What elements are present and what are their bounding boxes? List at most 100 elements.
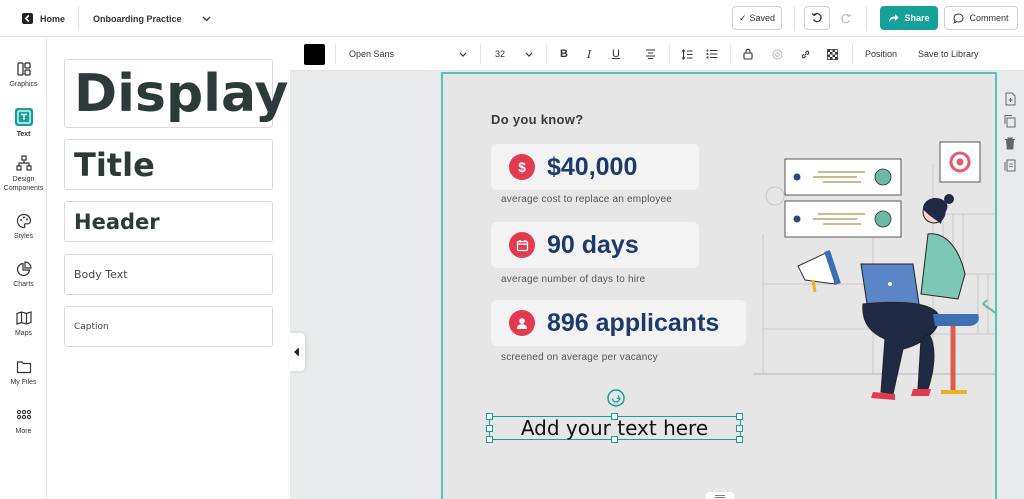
stat-card[interactable]: $ $40,000 (491, 144, 699, 190)
saved-label: Saved (749, 13, 776, 23)
transparency-icon (827, 48, 838, 60)
stat-value: 90 days (547, 230, 639, 259)
align-button[interactable] (645, 37, 656, 71)
link-icon (801, 50, 810, 58)
nav-item-text[interactable]: Text (0, 107, 47, 138)
resize-handle[interactable] (486, 413, 493, 420)
nav-item-more[interactable]: More (0, 408, 47, 435)
divider (794, 6, 795, 30)
stat-value: $40,000 (547, 152, 638, 181)
link-button[interactable] (800, 37, 811, 71)
italic-icon: I (587, 47, 592, 61)
font-family-value: Open Sans (349, 49, 395, 59)
resize-handle[interactable] (736, 425, 743, 432)
check-icon: ✓ (738, 12, 747, 23)
resize-handle[interactable] (486, 425, 493, 432)
home-button[interactable]: Home (22, 0, 65, 37)
nav-item-maps[interactable]: Maps (0, 310, 47, 337)
line-spacing-icon (681, 48, 693, 60)
text-panel: Display Title Header Body Text Caption (48, 37, 290, 499)
font-family-select[interactable]: Open Sans (349, 37, 467, 71)
position-button[interactable]: Position (865, 37, 897, 71)
lock-button[interactable] (743, 37, 753, 71)
stat-caption[interactable]: average number of days to hire (501, 274, 645, 285)
divider (78, 6, 79, 30)
stat-caption[interactable]: average cost to replace an employee (501, 194, 672, 205)
text-style-title[interactable]: Title (64, 139, 273, 190)
nav-item-my-files[interactable]: My Files (0, 359, 47, 386)
project-title-dropdown[interactable]: Onboarding Practice (93, 0, 211, 37)
components-icon (15, 155, 32, 171)
nav-label: Styles (13, 233, 34, 240)
stat-caption[interactable]: screened on average per vacancy (501, 352, 658, 363)
add-page-icon[interactable] (1003, 92, 1017, 106)
share-icon (889, 14, 899, 22)
resize-handle[interactable] (736, 436, 743, 443)
text-style-label: Header (74, 209, 160, 234)
drag-handle-icon (715, 495, 725, 498)
canvas-heading[interactable]: Do you know? (491, 112, 583, 127)
divider (669, 44, 670, 64)
position-label: Position (865, 49, 898, 59)
dollar-icon: $ (509, 154, 535, 180)
office-illustration[interactable] (753, 134, 997, 404)
nav-item-styles[interactable]: Styles (0, 213, 47, 240)
trash-icon[interactable] (1003, 136, 1017, 150)
list-button[interactable] (706, 37, 718, 71)
left-nav: Graphics Text Design Components Styles C… (0, 37, 47, 499)
text-style-label: Body Text (74, 268, 128, 281)
share-label: Share (904, 13, 930, 23)
divider (852, 44, 853, 64)
duplicate-page-icon[interactable] (1003, 114, 1017, 128)
resize-handle[interactable] (736, 413, 743, 420)
text-style-display[interactable]: Display (64, 59, 288, 128)
calendar-icon (509, 232, 535, 258)
comment-label: Comment (969, 13, 1009, 23)
italic-button[interactable]: I (587, 37, 591, 71)
text-style-header[interactable]: Header (64, 201, 273, 242)
animation-icon (772, 49, 783, 59)
saved-button[interactable]: ✓ Saved (732, 6, 782, 30)
canvas-bottom-handle[interactable] (706, 492, 734, 499)
bold-icon: B (560, 48, 568, 60)
nav-item-graphics[interactable]: Graphics (0, 61, 47, 88)
project-title: Onboarding Practice (93, 13, 182, 24)
resize-handle[interactable] (611, 413, 618, 420)
animate-button[interactable] (772, 37, 783, 71)
underline-icon: U (612, 48, 620, 60)
resize-handle[interactable] (486, 436, 493, 443)
collapse-panel-button[interactable] (289, 333, 305, 371)
stat-value: 896 applicants (547, 308, 720, 337)
text-style-body[interactable]: Body Text (64, 254, 273, 295)
home-label: Home (40, 13, 66, 24)
stat-card[interactable]: 896 applicants (491, 300, 746, 346)
undo-icon (811, 12, 822, 23)
user-icon (509, 310, 535, 336)
resize-handle[interactable] (611, 436, 618, 443)
bold-button[interactable]: B (560, 37, 568, 71)
rotate-handle-icon[interactable] (606, 388, 626, 408)
nav-item-charts[interactable]: Charts (0, 261, 47, 288)
text-style-label: Title (74, 145, 155, 184)
underline-button[interactable]: U (612, 37, 620, 71)
design-canvas[interactable]: Do you know? $ $40,000 average cost to r… (441, 72, 997, 499)
font-size-select[interactable]: 32 (495, 37, 533, 71)
text-style-label: Caption (74, 321, 109, 332)
nav-item-design-components[interactable]: Design Components (0, 155, 47, 193)
undo-button[interactable] (804, 6, 830, 30)
save-to-library-button[interactable]: Save to Library (918, 37, 979, 71)
transparency-button[interactable] (827, 37, 838, 71)
nav-label: My Files (10, 379, 37, 386)
grid-icon (16, 409, 31, 420)
redo-button[interactable] (840, 0, 852, 37)
text-color-swatch[interactable] (304, 37, 325, 71)
nav-label: More (15, 428, 32, 435)
share-button[interactable]: Share (880, 6, 938, 30)
text-style-caption[interactable]: Caption (64, 306, 273, 347)
comment-button[interactable]: Comment (944, 6, 1018, 30)
color-swatch (304, 43, 325, 65)
page-notes-icon[interactable] (1003, 158, 1017, 172)
line-spacing-button[interactable] (681, 37, 693, 71)
nav-label: Charts (13, 281, 34, 288)
stat-card[interactable]: 90 days (491, 222, 699, 268)
